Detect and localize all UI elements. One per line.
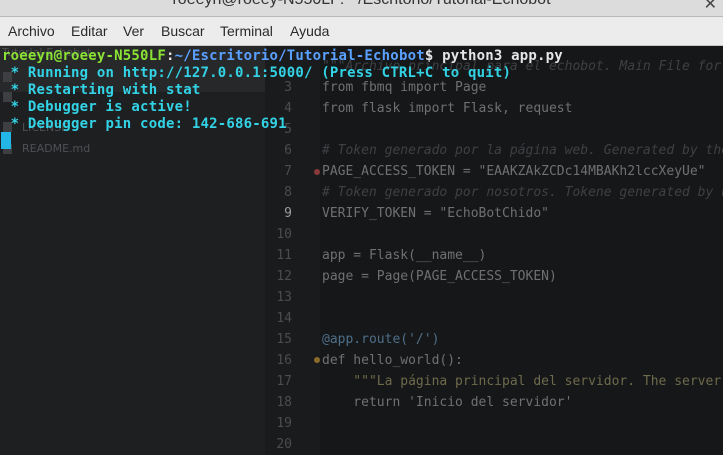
code-line: # Token generado por nosotros. Tokene ge… <box>322 185 723 200</box>
code-line: def hello_world(): <box>322 353 463 368</box>
terminal-output-line: * Debugger pin code: 142-686-691 <box>2 116 287 132</box>
warning-dot <box>314 357 320 363</box>
line-number: 13 <box>276 290 292 305</box>
code-line: # Token generado por la página web. Gene… <box>322 143 723 158</box>
line-number: 3 <box>284 80 292 95</box>
menu-editar[interactable]: Editar <box>71 23 108 39</box>
line-number: 19 <box>276 416 292 431</box>
terminal-prompt-line: roeeyn@roeey-N550LF:~/Escritorio/Tutoria… <box>2 48 563 64</box>
close-icon[interactable]: ✕ <box>704 0 717 14</box>
line-number: 15 <box>276 332 292 347</box>
terminal-output-line: * Restarting with stat <box>2 82 201 98</box>
line-number: 4 <box>284 101 292 116</box>
code-line: PAGE_ACCESS_TOKEN = "EAAKZAkZCDc14MBAKh2… <box>322 164 706 179</box>
line-number: 14 <box>276 311 292 326</box>
line-number: 9 <box>284 206 292 221</box>
line-number: 12 <box>276 269 292 284</box>
terminal-output-line: * Running on http://127.0.0.1:5000/ (Pre… <box>2 65 512 81</box>
window-title: roeeyn@roeey-N550LF: ~/Escritorio/Tutori… <box>0 0 723 9</box>
prompt-colon: : <box>165 48 175 64</box>
line-number: 17 <box>276 374 292 389</box>
breakpoint-dot <box>314 169 320 175</box>
line-number: 7 <box>284 164 292 179</box>
line-number: 6 <box>284 143 292 158</box>
code-line: from flask import Flask, request <box>322 101 573 116</box>
code-line: VERIFY_TOKEN = "EchoBotChido" <box>322 206 549 221</box>
menu-buscar[interactable]: Buscar <box>161 23 205 39</box>
prompt-user: roeeyn@roeey-N550LF <box>2 48 166 64</box>
line-number: 10 <box>276 227 292 242</box>
line-number: 18 <box>276 395 292 410</box>
ghost-file-readme: README.md <box>22 142 91 155</box>
code-line: from fbmq import Page <box>322 80 487 95</box>
line-number: 11 <box>276 248 292 263</box>
line-number: 8 <box>284 185 292 200</box>
terminal-cursor <box>1 132 11 149</box>
menu-bar: Archivo Editar Ver Buscar Terminal Ayuda <box>0 17 723 46</box>
menu-terminal[interactable]: Terminal <box>220 23 273 39</box>
menu-archivo[interactable]: Archivo <box>8 23 55 39</box>
line-number: 20 <box>276 437 292 452</box>
code-line: return 'Inicio del servidor' <box>322 395 573 410</box>
code-line: @app.route('/') <box>322 332 440 347</box>
prompt-symbol: $ <box>424 48 443 64</box>
line-number: 16 <box>276 353 292 368</box>
code-line: """La página principal del servidor. The… <box>353 374 722 389</box>
terminal-area[interactable]: Tutorial-Echobot LICENSE README.md 3 4 5… <box>0 46 723 455</box>
window-titlebar[interactable]: roeeyn@roeey-N550LF: ~/Escritorio/Tutori… <box>0 0 723 17</box>
menu-ver[interactable]: Ver <box>123 23 144 39</box>
terminal-output-line: * Debugger is active! <box>2 99 192 115</box>
code-line: app = Flask(__name__) <box>322 248 487 263</box>
prompt-command: python3 app.py <box>442 48 563 64</box>
menu-ayuda[interactable]: Ayuda <box>290 23 329 39</box>
prompt-path: ~/Escritorio/Tutorial-Echobot <box>174 48 425 64</box>
code-line: page = Page(PAGE_ACCESS_TOKEN) <box>322 269 557 284</box>
